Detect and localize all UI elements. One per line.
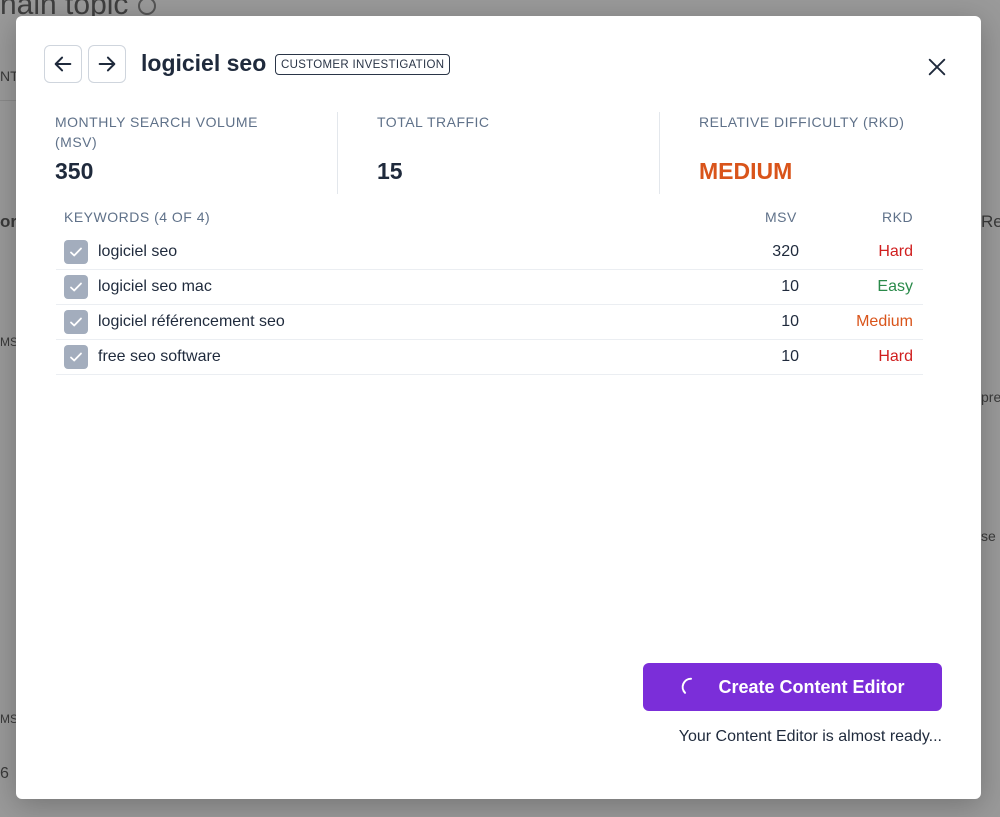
keyword-rkd: Hard	[878, 348, 913, 365]
keyword-msv: 10	[781, 313, 799, 330]
metric-label: RELATIVE DIFFICULTY (RKD)	[699, 114, 905, 130]
check-icon	[70, 317, 82, 327]
background-fragment: Rel	[981, 212, 1000, 231]
background-fragment: 6	[0, 765, 9, 782]
keyword-msv: 320	[772, 243, 799, 260]
intent-badge: CUSTOMER INVESTIGATION	[275, 54, 451, 75]
close-button[interactable]	[922, 52, 952, 82]
keyword-text: free seo software	[98, 348, 221, 365]
metric-value: MEDIUM	[699, 158, 793, 184]
check-icon	[70, 247, 82, 257]
keyword-msv: 10	[781, 278, 799, 295]
keyword-checkbox[interactable]	[64, 345, 88, 369]
keyword-rkd: Easy	[877, 278, 913, 295]
info-icon	[138, 0, 157, 16]
background-divider	[0, 100, 16, 101]
column-header-rkd: RKD	[882, 209, 914, 225]
keyword-checkbox[interactable]	[64, 275, 88, 299]
metric-label: MONTHLY SEARCH VOLUME (MSV)	[55, 114, 258, 150]
keyword-text: logiciel seo	[98, 243, 178, 260]
keyword-text: logiciel seo mac	[98, 278, 212, 295]
background-fragment: se	[981, 528, 996, 544]
modal-title: logiciel seo	[141, 50, 267, 76]
table-row: logiciel référencement seo 10 Medium	[56, 305, 923, 340]
keyword-rkd: Hard	[878, 243, 913, 260]
keywords-table: logiciel seo 320 Hard logiciel seo mac 1…	[56, 235, 923, 375]
keywords-header: KEYWORDS (4 OF 4)	[64, 209, 211, 225]
column-header-msv: MSV	[765, 209, 797, 225]
status-message: Your Content Editor is almost ready...	[678, 728, 942, 745]
table-row: logiciel seo 320 Hard	[56, 235, 923, 270]
table-row: logiciel seo mac 10 Easy	[56, 270, 923, 305]
metric-value: 15	[377, 158, 403, 184]
keyword-checkbox[interactable]	[64, 310, 88, 334]
previous-button[interactable]	[44, 45, 82, 83]
arrow-left-icon	[54, 56, 72, 72]
spinner-icon	[682, 677, 693, 694]
next-button[interactable]	[88, 45, 126, 83]
keyword-rkd: Medium	[856, 313, 913, 330]
metric-relative-difficulty: RELATIVE DIFFICULTY (RKD) MEDIUM	[699, 112, 939, 184]
background-fragment: or	[0, 212, 17, 231]
check-icon	[70, 282, 82, 292]
close-icon	[928, 58, 946, 76]
check-icon	[70, 352, 82, 362]
background-fragment: pre	[981, 389, 1000, 405]
keyword-text: logiciel référencement seo	[98, 313, 285, 330]
metric-label: TOTAL TRAFFIC	[377, 114, 490, 130]
metric-value: 350	[55, 158, 94, 184]
metric-total-traffic: TOTAL TRAFFIC 15	[377, 112, 617, 184]
keyword-msv: 10	[781, 348, 799, 365]
create-content-editor-button[interactable]: Create Content Editor	[643, 663, 942, 711]
metric-divider	[337, 112, 338, 194]
create-button-label: Create Content Editor	[718, 676, 905, 697]
table-row: free seo software 10 Hard	[56, 340, 923, 375]
keyword-cluster-modal: logiciel seo CUSTOMER INVESTIGATION MONT…	[16, 16, 981, 799]
keyword-checkbox[interactable]	[64, 240, 88, 264]
arrow-right-icon	[98, 56, 116, 72]
metric-divider	[659, 112, 660, 194]
metric-monthly-search-volume: MONTHLY SEARCH VOLUME (MSV) 350	[55, 112, 295, 184]
